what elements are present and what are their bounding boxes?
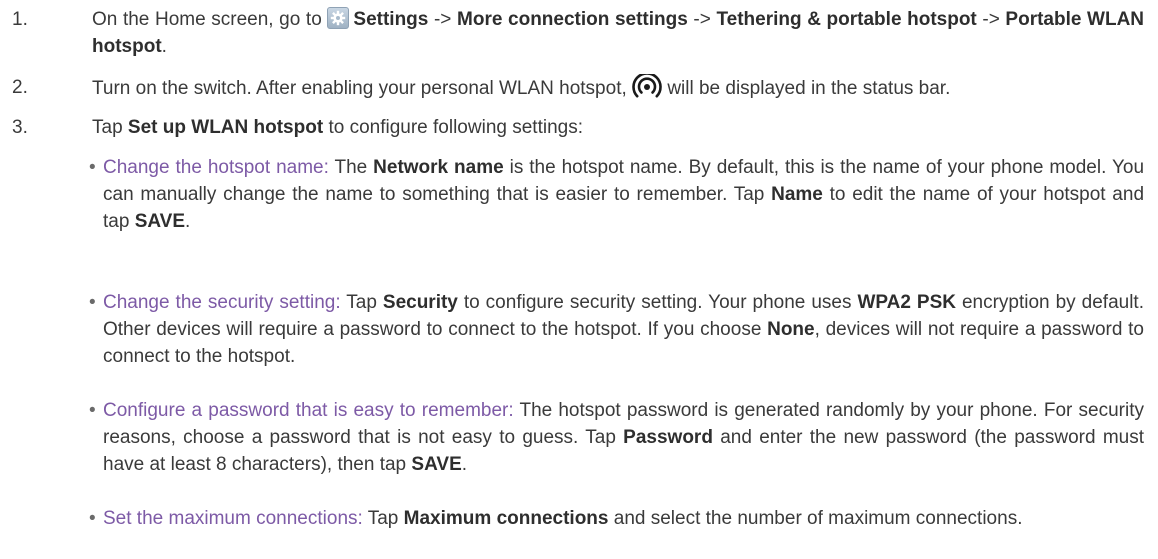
settings-list: • Change the hotspot name: The Network n… [0, 154, 1158, 559]
step-3: 3. Tap Set up WLAN hotspot to configure … [0, 114, 1158, 154]
step-text: On the Home screen, go to Settings -> Mo… [92, 7, 1145, 57]
list-item-text: Change the hotspot name: The Network nam… [103, 157, 1145, 232]
step-text: Tap Set up WLAN hotspot to configure fol… [92, 117, 583, 138]
bullet-dot: • [89, 400, 96, 421]
gear-icon [327, 7, 350, 29]
list-item: • Configure a password that is easy to r… [0, 397, 1158, 505]
list-item: • Change the hotspot name: The Network n… [0, 154, 1158, 289]
list-item-text: Change the security setting: Tap Securit… [103, 292, 1144, 367]
step-number: 3. [12, 117, 28, 138]
hotspot-icon [632, 72, 662, 100]
step-text: Turn on the switch. After enabling your … [92, 72, 1144, 102]
list-item: • Change the security setting: Tap Secur… [0, 289, 1158, 397]
list-item-text: Configure a password that is easy to rem… [103, 400, 1144, 475]
list-item: • Set the maximum connections: Tap Maxim… [0, 505, 1158, 559]
step-2: 2. Turn on the switch. After enabling yo… [0, 72, 1158, 114]
step-number: 2. [12, 77, 28, 98]
list-item-text: Set the maximum connections: Tap Maximum… [103, 508, 1023, 529]
step-1: 1. On the Home screen, go to Settings ->… [0, 6, 1158, 74]
step-number: 1. [12, 9, 28, 30]
bullet-dot: • [89, 508, 96, 529]
instructions-document: 1. On the Home screen, go to Settings ->… [0, 0, 1158, 548]
bullet-dot: • [89, 292, 96, 313]
bullet-dot: • [89, 157, 96, 178]
